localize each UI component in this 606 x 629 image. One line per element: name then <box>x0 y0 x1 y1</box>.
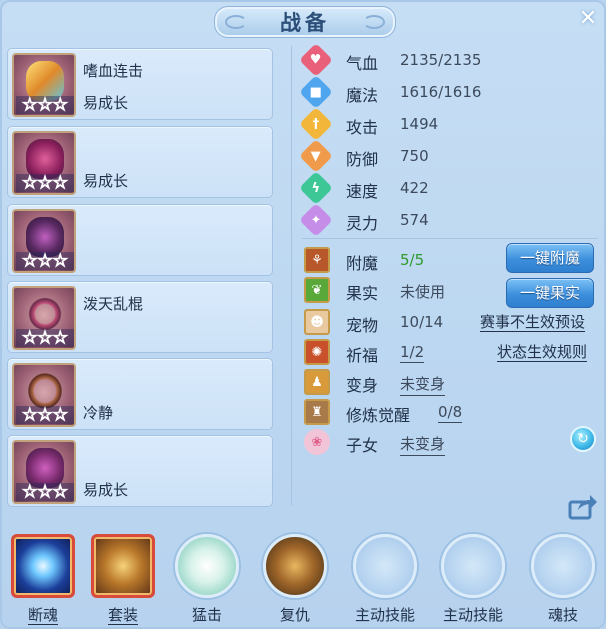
one-click-fruit-button[interactable]: 一键果实 <box>506 278 594 308</box>
equip-trait: 冷静 <box>83 404 114 422</box>
skill-active-empty-1[interactable]: 主动技能 <box>350 534 420 627</box>
skill-duanhun[interactable]: 断魂 <box>8 534 78 627</box>
equip-trait: 易成长 <box>83 172 129 190</box>
right-swirl-ornament <box>363 15 385 29</box>
star-rating: ☆ ☆ ☆ <box>16 173 74 192</box>
equip-trait: 易成长 <box>83 481 129 499</box>
empty-skill-icon <box>531 534 595 598</box>
equip-slot-armor[interactable]: ☆ ☆ ☆ <box>7 204 273 276</box>
skill-mengji[interactable]: 猛击 <box>172 534 242 627</box>
revenge-icon <box>263 534 327 598</box>
boots-icon: ☆ ☆ ☆ <box>12 440 76 504</box>
page-title: 战备 <box>280 11 330 35</box>
skill-active-empty-2[interactable]: 主动技能 <box>438 534 508 627</box>
vertical-divider <box>291 46 292 506</box>
equip-slot-weapon[interactable]: ☆ ☆ ☆ 嗜血连击 易成长 <box>7 48 273 120</box>
armor-set-icon <box>91 534 155 598</box>
one-click-enchant-button[interactable]: 一键附魔 <box>506 243 594 273</box>
belt-icon: ☆ ☆ ☆ <box>12 363 76 427</box>
title-banner: 战备 <box>214 6 396 38</box>
skill-soul[interactable]: 魂技 <box>528 534 598 627</box>
blessing-icon[interactable]: ✺ <box>304 339 330 365</box>
equipment-panel: 战备 ✕ ☆ ☆ ☆ 嗜血连击 易成长 ☆ ☆ ☆ 易成长 ☆ ☆ ☆ ☆ ☆ … <box>0 0 606 629</box>
speed-icon: ϟ <box>299 171 333 205</box>
switch-arrow-icon[interactable]: ↻ <box>570 426 596 452</box>
equip-slot-belt[interactable]: ☆ ☆ ☆ 冷静 <box>7 358 273 430</box>
weapon-icon: ☆ ☆ ☆ <box>12 53 76 117</box>
star-rating: ☆ ☆ ☆ <box>16 95 74 114</box>
mana-icon: ■ <box>299 75 333 109</box>
equip-slot-boots[interactable]: ☆ ☆ ☆ 易成长 <box>7 435 273 507</box>
tournament-preset-link[interactable]: 赛事不生效预设 <box>480 313 586 332</box>
fruit-icon[interactable]: ❦ <box>304 277 330 303</box>
armor-icon: ☆ ☆ ☆ <box>12 209 76 273</box>
equip-slot-necklace[interactable]: ☆ ☆ ☆ 泼天乱棍 <box>7 281 273 353</box>
empty-skill-icon <box>353 534 417 598</box>
helmet-icon: ☆ ☆ ☆ <box>12 131 76 195</box>
transform-icon[interactable]: ♟ <box>304 369 330 395</box>
necklace-icon: ☆ ☆ ☆ <box>12 286 76 350</box>
heart-icon: ♥ <box>299 43 333 77</box>
cultivation-icon[interactable]: ♜ <box>304 399 330 425</box>
equip-special-skill: 嗜血连击 <box>83 62 144 80</box>
equip-special-skill: 泼天乱棍 <box>83 295 144 313</box>
lotus-icon[interactable]: ❀ <box>304 429 330 455</box>
status-rules-link[interactable]: 状态生效规则 <box>497 343 588 362</box>
sword-icon: † <box>299 107 333 141</box>
left-swirl-ornament <box>225 15 247 29</box>
fist-icon <box>175 534 239 598</box>
pet-icon[interactable]: ☻ <box>304 309 330 335</box>
blue-orb-icon <box>11 534 75 598</box>
skill-set[interactable]: 套装 <box>88 534 158 627</box>
empty-skill-icon <box>441 534 505 598</box>
equip-slot-helmet[interactable]: ☆ ☆ ☆ 易成长 <box>7 126 273 198</box>
star-rating: ☆ ☆ ☆ <box>16 328 74 347</box>
share-icon[interactable] <box>568 494 598 520</box>
equip-trait: 易成长 <box>83 94 129 112</box>
star-rating: ☆ ☆ ☆ <box>16 482 74 501</box>
star-rating: ☆ ☆ ☆ <box>16 251 74 270</box>
close-button[interactable]: ✕ <box>574 6 602 31</box>
enchant-icon[interactable]: ⚘ <box>304 247 330 273</box>
spirit-icon: ✦ <box>299 203 333 237</box>
shield-icon: ▼ <box>299 139 333 173</box>
skill-fuchou[interactable]: 复仇 <box>260 534 330 627</box>
horizontal-divider <box>302 238 598 239</box>
star-rating: ☆ ☆ ☆ <box>16 405 74 424</box>
